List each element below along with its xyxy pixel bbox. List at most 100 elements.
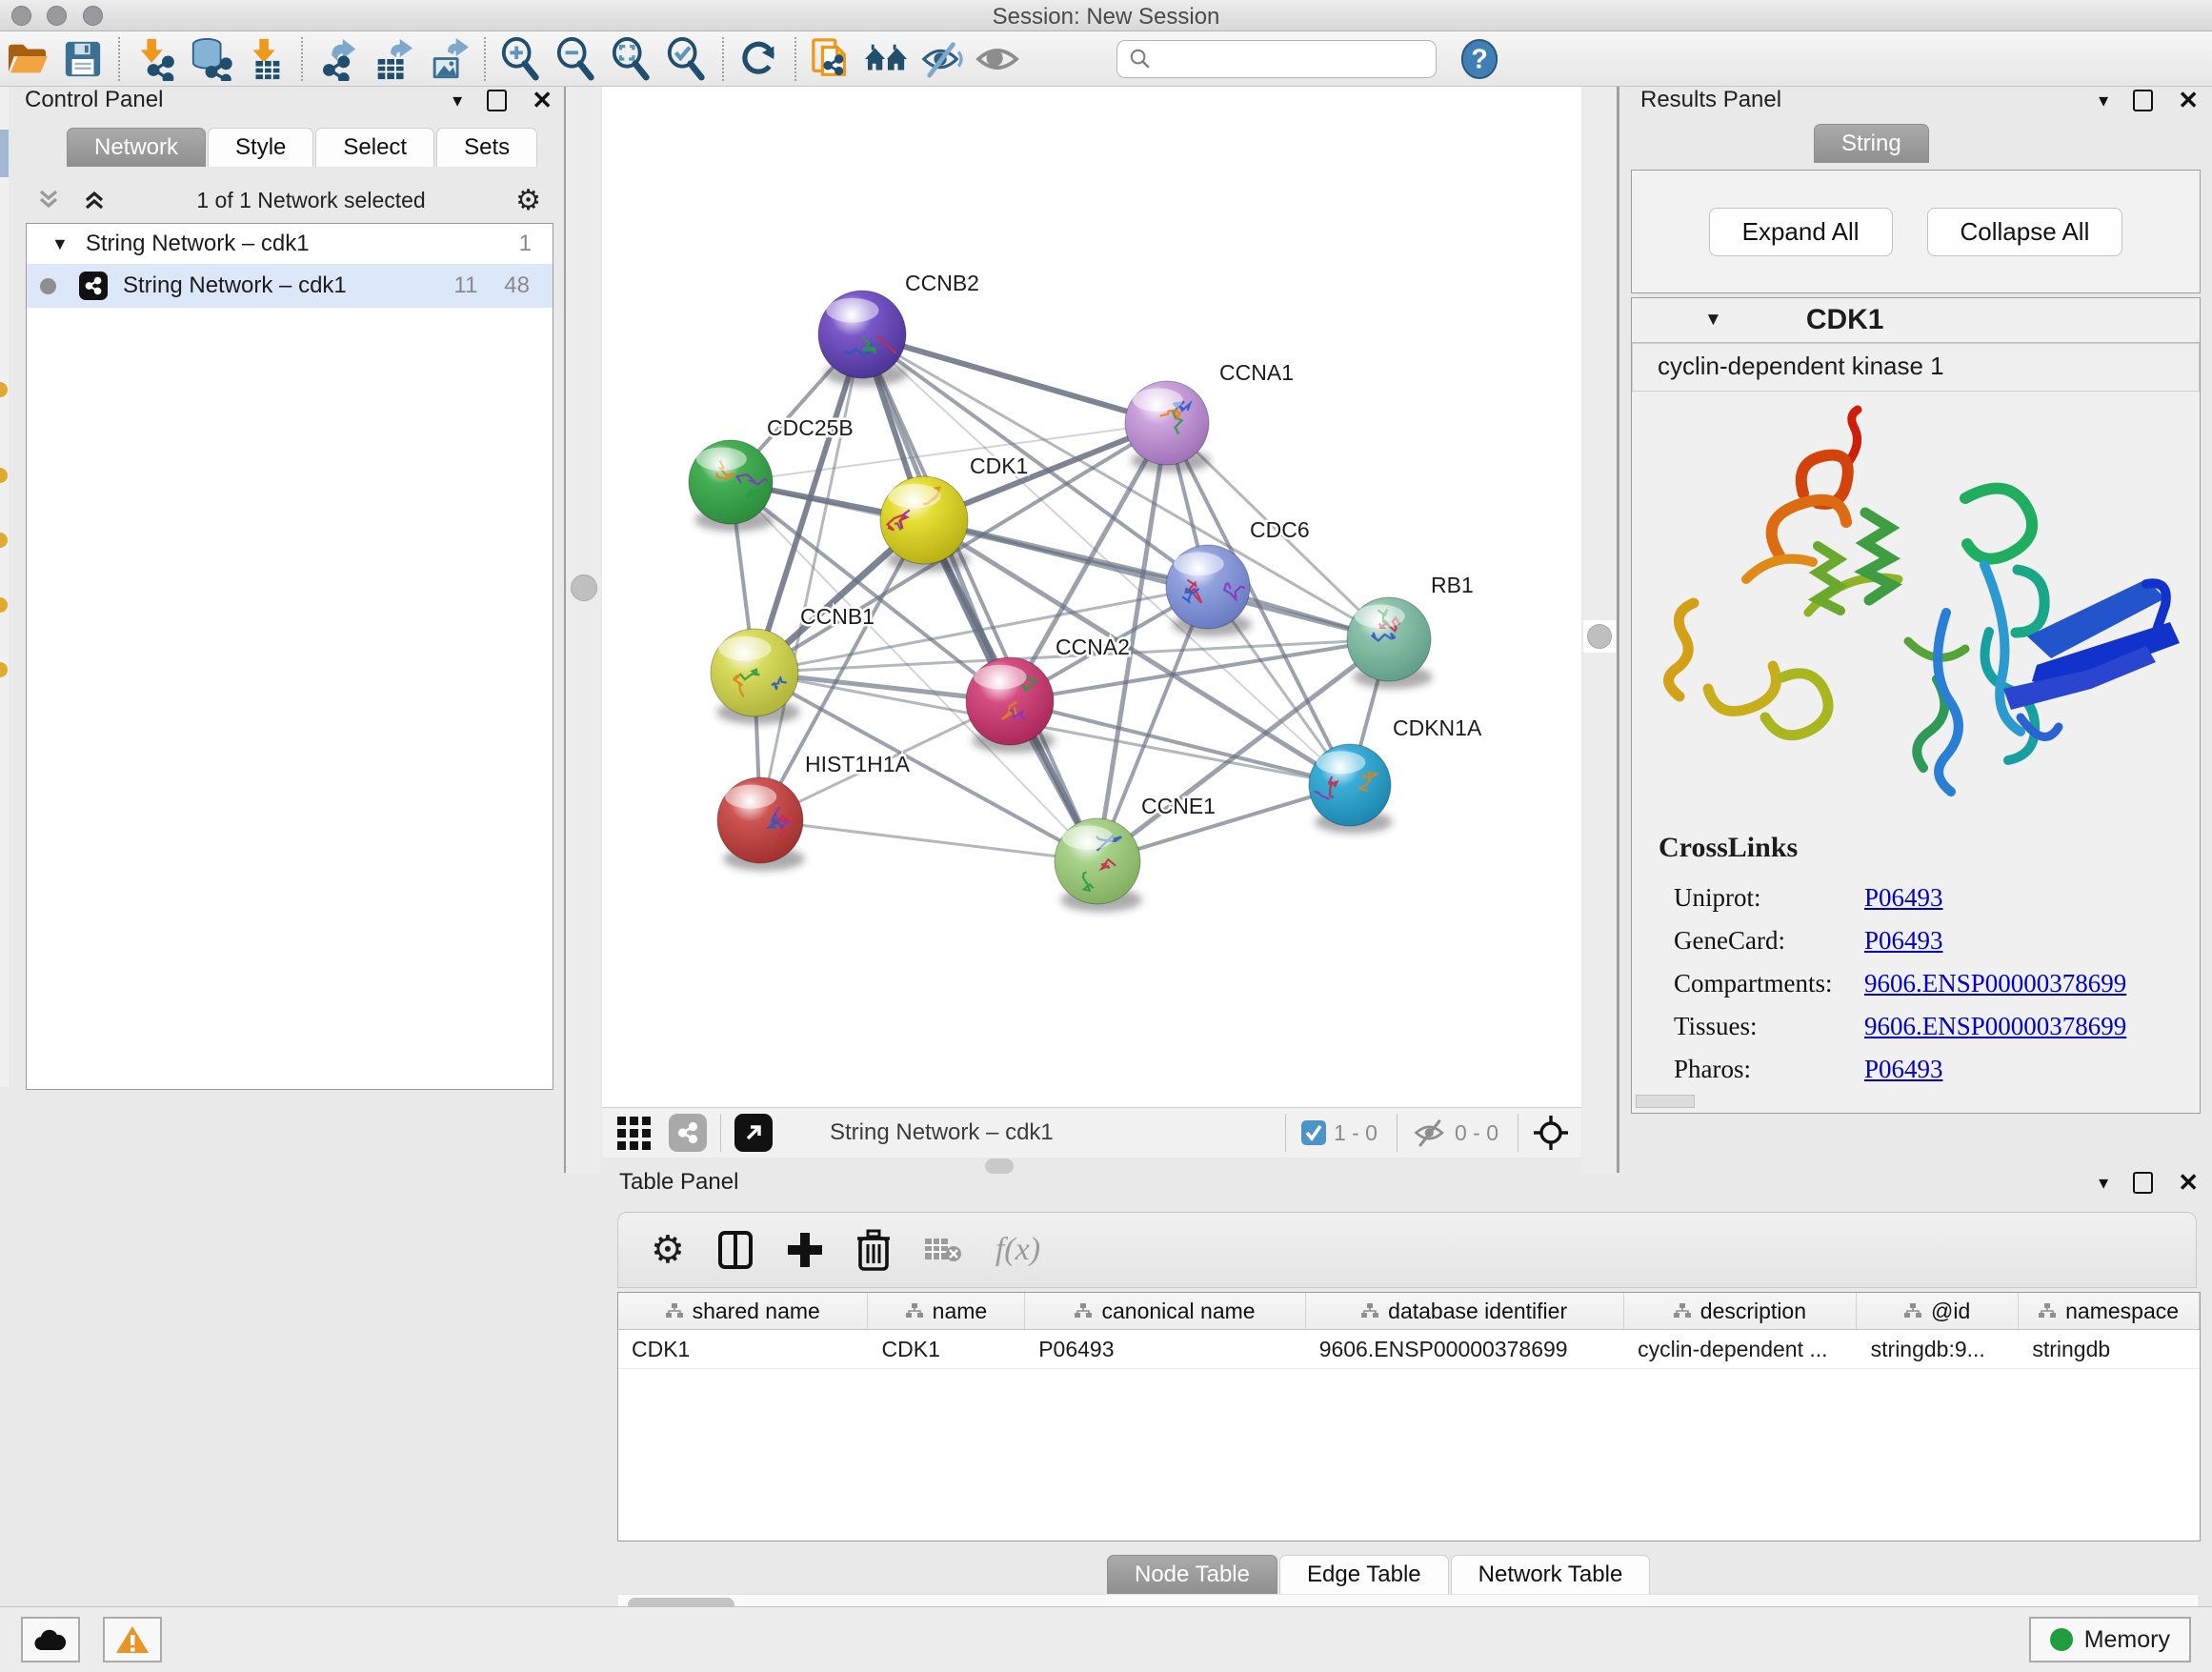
expand-all-button[interactable]: Expand All <box>1709 208 1893 256</box>
crosslink-link[interactable]: P06493 <box>1864 1055 1943 1083</box>
tab-select[interactable]: Select <box>315 128 434 167</box>
gear-icon[interactable]: ⚙ <box>515 184 541 217</box>
cell-namespace[interactable]: stringdb <box>2019 1330 2200 1368</box>
splitter-grip-box[interactable] <box>1583 620 1616 653</box>
grid-mode-icon[interactable] <box>615 1115 654 1151</box>
panel-float-icon[interactable] <box>2133 1172 2153 1194</box>
node-CCNB2[interactable] <box>818 291 906 378</box>
node-CDKN1A[interactable] <box>1298 744 1391 826</box>
right-splitter-gutter[interactable] <box>1582 87 1617 1173</box>
collapse-all-icon[interactable] <box>36 188 61 212</box>
tab-node-table[interactable]: Node Table <box>1107 1555 1277 1594</box>
hidden-counts: 0 - 0 <box>1455 1120 1498 1146</box>
table-gear-icon[interactable]: ⚙ <box>651 1228 685 1272</box>
export-table-button[interactable] <box>366 35 421 83</box>
home-network-button[interactable] <box>859 35 915 83</box>
column-header-shared-name[interactable]: shared name <box>618 1293 868 1329</box>
network-row[interactable]: String Network – cdk1 11 48 <box>27 264 553 308</box>
birdseye-view-icon[interactable] <box>734 1114 773 1152</box>
column-header-namespace[interactable]: namespace <box>2019 1293 2200 1329</box>
node-CDK1[interactable] <box>880 476 968 564</box>
selected-checkbox-icon[interactable] <box>1299 1118 1328 1147</box>
tab-network[interactable]: Network <box>67 128 206 167</box>
cell-@id[interactable]: stringdb:9... <box>1858 1330 2020 1368</box>
help-button[interactable]: ? <box>1452 35 1507 83</box>
add-column-icon[interactable] <box>786 1231 824 1269</box>
import-network-file-button[interactable] <box>128 35 183 83</box>
save-session-button[interactable] <box>55 35 111 83</box>
panel-float-icon[interactable] <box>487 90 507 111</box>
import-network-database-button[interactable] <box>183 35 238 83</box>
node-RB1[interactable] <box>1347 597 1431 681</box>
crosslink-label: Pharos: <box>1674 1055 1864 1084</box>
zoom-in-button[interactable] <box>493 35 549 83</box>
gene-header-row[interactable]: ▼ CDK1 <box>1632 298 2200 343</box>
tab-network-table[interactable]: Network Table <box>1451 1555 1651 1594</box>
expand-all-icon[interactable] <box>82 188 107 212</box>
export-image-button[interactable] <box>421 35 476 83</box>
results-scrollbar-thumb[interactable] <box>1636 1095 1695 1108</box>
export-network-button[interactable] <box>311 35 366 83</box>
tab-style[interactable]: Style <box>208 128 313 167</box>
memory-button[interactable]: Memory <box>2029 1617 2191 1662</box>
node-CCNA1[interactable] <box>1125 381 1209 465</box>
search-input[interactable] <box>1157 46 1436 72</box>
column-header-description[interactable]: description <box>1624 1293 1858 1329</box>
cell-name[interactable]: CDK1 <box>869 1330 1026 1368</box>
clone-network-button[interactable] <box>804 35 859 83</box>
node-HIST1H1A[interactable] <box>717 777 803 863</box>
open-session-button[interactable] <box>0 35 55 83</box>
cell-canonical-name[interactable]: P06493 <box>1025 1330 1305 1368</box>
cell-description[interactable]: cyclin-dependent ... <box>1624 1330 1858 1368</box>
panel-close-icon[interactable]: ✕ <box>532 86 553 115</box>
splitter-grip[interactable] <box>571 574 597 601</box>
hide-selected-button[interactable] <box>915 35 970 83</box>
hidden-eye-slash-icon[interactable] <box>1411 1118 1449 1148</box>
crosslink-link[interactable]: 9606.ENSP00000378699 <box>1864 969 2126 997</box>
node-CCNE1[interactable] <box>1055 818 1140 904</box>
crosslink-link[interactable]: P06493 <box>1864 926 1943 955</box>
zoom-selected-button[interactable] <box>659 35 714 83</box>
panel-menu-icon[interactable]: ▾ <box>2099 89 2108 112</box>
show-columns-icon[interactable] <box>717 1230 754 1270</box>
import-table-button[interactable] <box>238 35 293 83</box>
crosslink-link[interactable]: 9606.ENSP00000378699 <box>1864 1012 2126 1040</box>
splitter-grip[interactable] <box>1587 624 1612 649</box>
cell-database-identifier[interactable]: 9606.ENSP00000378699 <box>1306 1330 1624 1368</box>
tab-sets[interactable]: Sets <box>436 128 537 167</box>
node-CDC25B[interactable] <box>689 440 774 524</box>
panel-float-icon[interactable] <box>2133 90 2153 111</box>
panel-close-icon[interactable]: ✕ <box>2178 86 2199 115</box>
apply-layout-button[interactable] <box>732 35 787 83</box>
network-share-icon[interactable] <box>669 1114 707 1152</box>
panel-close-icon[interactable]: ✕ <box>2178 1168 2199 1198</box>
warnings-button[interactable] <box>103 1617 162 1662</box>
zoom-out-button[interactable] <box>549 35 604 83</box>
network-collection-row[interactable]: ▼ String Network – cdk1 1 <box>27 224 553 264</box>
panel-menu-icon[interactable]: ▾ <box>2099 1171 2108 1195</box>
node-CCNA2[interactable] <box>966 657 1054 745</box>
delete-trash-icon[interactable] <box>856 1229 891 1271</box>
column-header-name[interactable]: name <box>868 1293 1025 1329</box>
collapse-all-button[interactable]: Collapse All <box>1927 208 2123 256</box>
fit-crosshair-icon[interactable] <box>1532 1114 1570 1152</box>
panel-menu-icon[interactable]: ▾ <box>452 89 462 112</box>
cell-shared-name[interactable]: CDK1 <box>618 1330 869 1368</box>
tab-string[interactable]: String <box>1814 124 1929 163</box>
network-graph[interactable]: CCNB2CCNA1CDC25BCDK1CDC6RB1CCNB1CCNA2CDK… <box>602 87 1581 1107</box>
left-splitter-gutter[interactable] <box>566 87 601 1173</box>
node-CDC6[interactable] <box>1166 545 1250 629</box>
show-all-button[interactable] <box>970 35 1025 83</box>
column-header-@id[interactable]: @id <box>1857 1293 2019 1329</box>
column-header-database-identifier[interactable]: database identifier <box>1306 1293 1624 1329</box>
crosslink-link[interactable]: P06493 <box>1864 883 1943 912</box>
cloud-button[interactable] <box>21 1617 80 1662</box>
table-row[interactable]: CDK1CDK1P064939606.ENSP00000378699cyclin… <box>618 1330 2200 1369</box>
zoom-fit-button[interactable] <box>604 35 659 83</box>
tab-edge-table[interactable]: Edge Table <box>1279 1555 1449 1594</box>
tree-expand-icon[interactable]: ▼ <box>51 234 69 254</box>
network-canvas[interactable]: CCNB2CCNA1CDC25BCDK1CDC6RB1CCNB1CCNA2CDK… <box>602 87 1581 1107</box>
collapse-entry-icon[interactable]: ▼ <box>1704 310 1722 331</box>
node-CCNB1[interactable] <box>711 629 798 716</box>
column-header-canonical-name[interactable]: canonical name <box>1025 1293 1305 1329</box>
